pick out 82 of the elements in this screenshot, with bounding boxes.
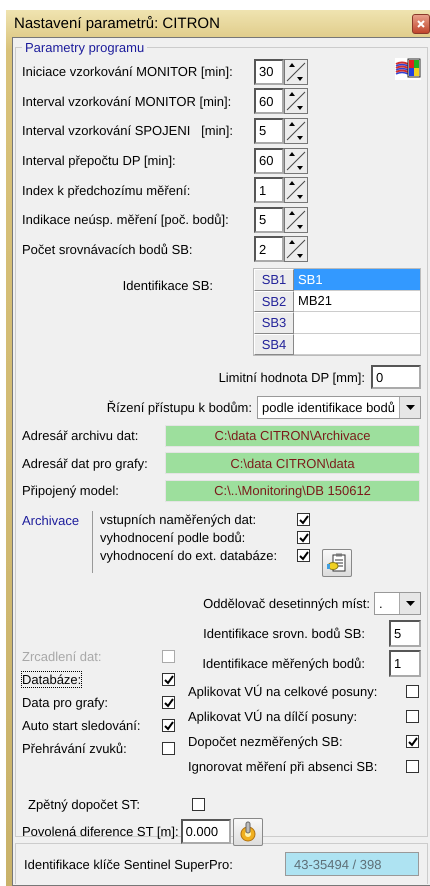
field-label: Identifikace SB:	[122, 278, 214, 294]
dropdown[interactable]: podle identifikace bodů	[257, 396, 421, 419]
path-field: C:\data CITRON\Archivace	[165, 424, 420, 447]
checkbox-label: Zrcadlení dat:	[22, 648, 102, 664]
spin-button[interactable]	[284, 236, 308, 262]
checkbox[interactable]	[406, 710, 419, 723]
checkbox[interactable]	[297, 531, 310, 544]
field-label: Index k předchozímu měření:	[22, 182, 192, 198]
row-header: SB3	[254, 312, 294, 334]
path-field: C:\..\Monitoring\DB 150612	[165, 480, 420, 502]
close-button[interactable]	[412, 14, 430, 34]
checkbox[interactable]	[192, 798, 205, 812]
field-label: Interval vzorkování SPOJENI [min]:	[22, 123, 234, 138]
number-field[interactable]: 0	[371, 365, 421, 390]
field-label: Oddělovač desetinných míst:	[203, 596, 370, 612]
field-label: Indikace neúsp. měření [poč. bodů]:	[22, 212, 230, 228]
checkbox-label: Ignorovat měření při absenci SB:	[188, 758, 378, 774]
spin-button[interactable]	[284, 118, 308, 144]
number-field[interactable]: 5	[254, 206, 284, 233]
row-header: SB4	[254, 334, 294, 356]
field-label: Identifikace měřených bodů:	[202, 656, 365, 672]
number-field[interactable]: 1	[389, 650, 421, 678]
checkbox[interactable]	[297, 549, 310, 562]
spin-button[interactable]	[284, 88, 308, 114]
checkbox-label: Dopočet nezměřených SB:	[188, 734, 343, 749]
field-label: Iniciace vzorkování MONITOR [min]:	[22, 64, 234, 80]
close-icon	[417, 20, 425, 28]
number-field[interactable]: 2	[254, 236, 284, 262]
row-header: SB2	[254, 290, 294, 312]
window-title: Nastavení parametrů: CITRON	[13, 15, 220, 32]
row-header: SB1	[254, 269, 294, 291]
field-label: Adresář archivu dat:	[22, 428, 140, 444]
checkbox-label: Zpětný dopočet ST:	[28, 797, 142, 812]
checkbox-label: Přehrávání zvuků:	[22, 740, 127, 756]
field-label: Adresář dat pro grafy:	[22, 456, 149, 471]
number-field[interactable]: 0.000	[180, 819, 231, 844]
checkbox[interactable]	[406, 684, 419, 698]
number-field[interactable]: 5	[254, 118, 284, 144]
dropdown-arrow-icon	[406, 404, 414, 410]
number-field[interactable]: 5	[389, 620, 421, 648]
checkbox-label: vyhodnocení podle bodů:	[100, 530, 246, 546]
checkbox-label: Aplikovat VÚ na celkové posuny:	[188, 684, 378, 699]
number-field[interactable]: 1	[254, 177, 284, 204]
number-field[interactable]: 60	[254, 88, 284, 114]
checkbox[interactable]	[406, 734, 419, 748]
table-cell[interactable]: MB21	[294, 290, 420, 312]
field-label: Interval přepočtu DP [min]:	[22, 153, 177, 168]
field-label: Limitní hodnota DP [mm]:	[218, 370, 365, 385]
checkbox[interactable]	[406, 760, 419, 773]
field-label: Identifikace klíče Sentinel SuperPro:	[24, 856, 233, 872]
clipboard-icon	[327, 553, 347, 572]
number-field[interactable]: 30	[254, 58, 284, 85]
dropdown-arrow-icon	[406, 601, 414, 606]
number-field[interactable]: 60	[254, 148, 284, 174]
checkbox[interactable]	[162, 742, 175, 755]
field-label: Řízení přístupu k bodům:	[106, 400, 252, 415]
field-label: Počet srovnávacích bodů SB:	[22, 242, 194, 257]
checkbox-label: Data pro grafy:	[22, 694, 108, 710]
field-label: Připojený model:	[22, 483, 120, 498]
field-label: Interval vzorkování MONITOR [min]:	[22, 94, 232, 109]
checkbox-label: Auto start sledování:	[22, 718, 141, 733]
path-field: C:\data CITRON\data	[165, 452, 420, 474]
section-label: Archivace	[22, 512, 80, 530]
checkbox-label: vyhodnocení do ext. databáze:	[100, 548, 278, 564]
spin-button[interactable]	[284, 177, 308, 204]
field-label: Identifikace srovn. bodů SB:	[203, 626, 365, 642]
checkbox[interactable]	[162, 672, 175, 686]
checkbox-label: Databáze:	[22, 672, 82, 687]
checkbox[interactable]	[297, 513, 310, 526]
dropdown[interactable]: .	[374, 592, 421, 616]
field-label: Povolená diference ST [m]:	[22, 824, 179, 840]
spin-button[interactable]	[284, 58, 308, 85]
spin-button[interactable]	[284, 206, 308, 233]
group-title: Parametry programu	[22, 40, 148, 55]
checkbox-label: vstupních naměřených dat:	[100, 512, 258, 528]
clipboard-button[interactable]	[322, 548, 352, 577]
checkbox[interactable]	[162, 696, 175, 709]
checkbox[interactable]	[162, 718, 175, 732]
window-flags-icon[interactable]	[395, 58, 421, 80]
spin-button[interactable]	[284, 148, 308, 174]
key-field: 43-35494 / 398	[285, 852, 419, 876]
checkbox-label: Aplikovat VÚ na dílčí posuny:	[188, 708, 358, 724]
